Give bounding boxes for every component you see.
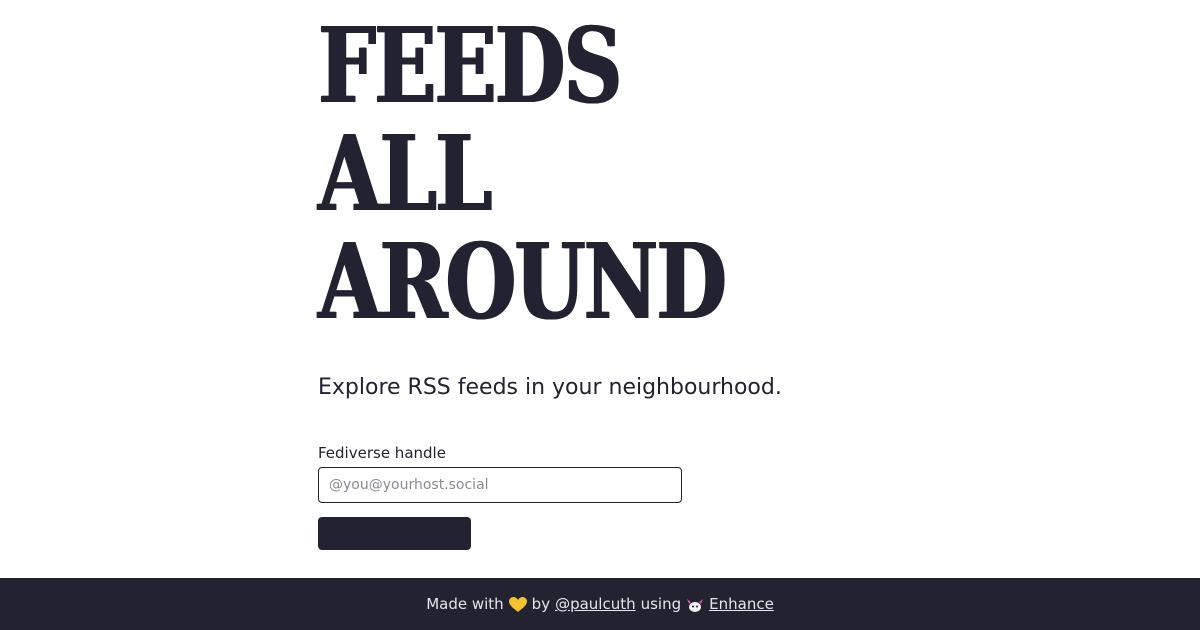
made-with-text: Made with <box>426 595 504 613</box>
enhance-axol-icon <box>686 596 704 614</box>
using-text: using <box>640 595 682 613</box>
hero-title: FEEDS ALL AROUND <box>318 4 726 343</box>
submit-button[interactable] <box>318 517 471 550</box>
enhance-link[interactable]: Enhance <box>709 595 774 613</box>
footer: Made with by @paulcuth using Enhance <box>0 578 1200 630</box>
tagline: Explore RSS feeds in your neighbourhood. <box>318 375 782 400</box>
handle-input[interactable] <box>318 467 682 503</box>
yellow-heart-icon <box>508 597 527 613</box>
hero-line-3: AROUND <box>318 220 726 343</box>
by-text: by <box>531 595 551 613</box>
hero-line-2: ALL <box>318 112 492 235</box>
handle-label: Fediverse handle <box>318 444 446 462</box>
author-link[interactable]: @paulcuth <box>555 595 636 613</box>
hero-line-1: FEEDS <box>318 4 622 127</box>
page: FEEDS ALL AROUND Explore RSS feeds in yo… <box>0 0 1200 630</box>
